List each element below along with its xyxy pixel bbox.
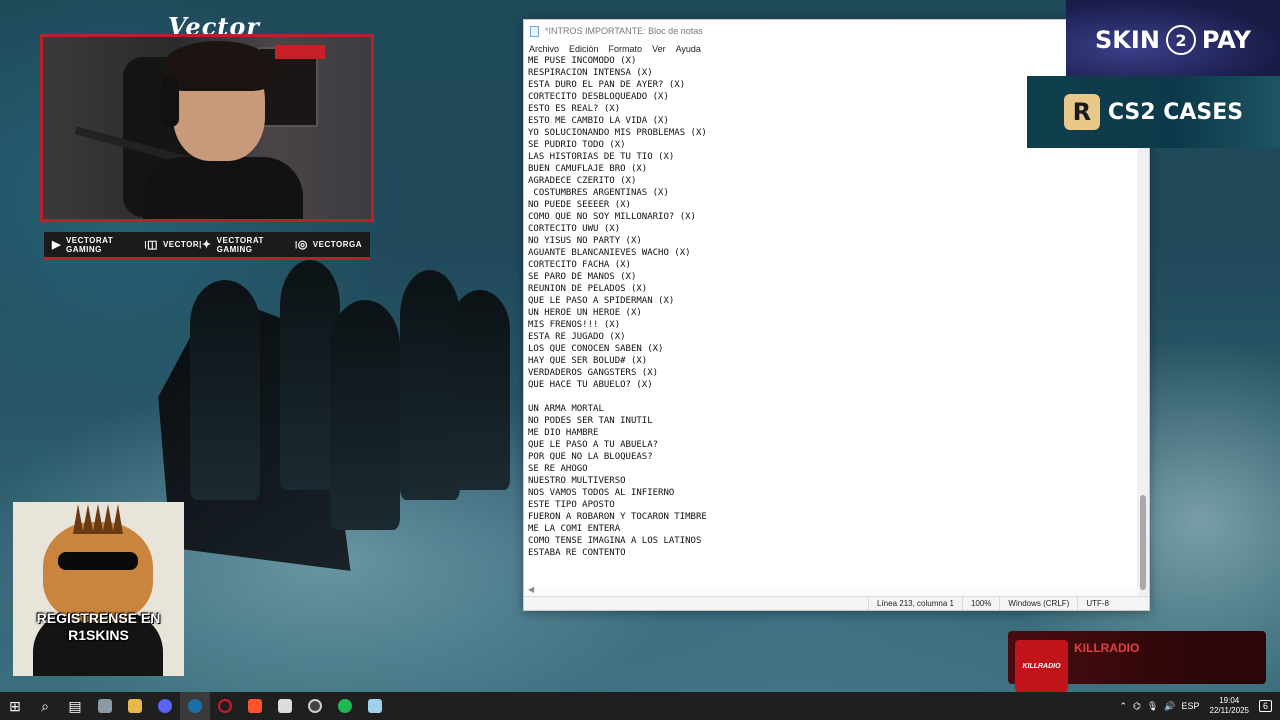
language-indicator[interactable]: ESP — [1182, 701, 1200, 711]
notifications-icon[interactable]: 6 — [1258, 700, 1272, 712]
text-line: UN ARMA MORTAL — [528, 404, 604, 414]
youtube-icon: ▶ — [52, 239, 61, 251]
text-line: QUE LE PASO A SPIDERMAN (X) — [528, 296, 675, 306]
text-line: NUESTRO MULTIVERSO — [528, 476, 626, 486]
text-line: CORTECITO FACHA (X) — [528, 260, 631, 270]
cs2-cases-ad: R CS2 CASES — [1027, 76, 1280, 148]
window-titlebar[interactable]: *INTROS IMPORTANTE: Bloc de notas — [524, 20, 1149, 42]
zoom-level: 100% — [961, 597, 999, 610]
text-line: UN HEROE UN HEROE (X) — [528, 308, 642, 318]
steam-icon[interactable] — [180, 692, 210, 720]
status-bar: Línea 213, columna 1 100% Windows (CRLF)… — [524, 596, 1149, 610]
text-line: ME DIO HAMBRE — [528, 428, 599, 438]
text-line: NO PUEDE SEEEER (X) — [528, 200, 631, 210]
text-line — [528, 391, 1138, 403]
text-line: LAS HISTORIAS DE TU TIO (X) — [528, 152, 675, 162]
menu-ayuda[interactable]: Ayuda — [676, 44, 701, 54]
obs-icon[interactable] — [300, 692, 330, 720]
social-twitter: ✦ VECTORAT GAMING — [201, 235, 264, 254]
text-line: QUE HACE TU ABUELO? (X) — [528, 380, 653, 390]
twitch-icon: ◫ — [147, 239, 158, 251]
text-line: AGRADECE CZERITO (X) — [528, 176, 637, 186]
text-line: FUERON A ROBARON Y TOCARON TIMBRE — [528, 512, 707, 522]
text-line: ME PUSE INCOMODO (X) — [528, 56, 637, 66]
menu-formato[interactable]: Formato — [609, 44, 643, 54]
killradio-logo: KILLRADIO — [1015, 640, 1068, 692]
text-line: VERDADEROS GANGSTERS (X) — [528, 368, 659, 378]
social-youtube: ▶ VECTORAT GAMING — [52, 235, 114, 254]
menu-archivo[interactable]: Archivo — [529, 44, 559, 54]
file-manager-icon[interactable] — [90, 692, 120, 720]
text-line: ESTABA RE CONTENTO — [528, 548, 626, 558]
text-line: CORTECITO UWU (X) — [528, 224, 621, 234]
start-icon[interactable]: ⊞ — [0, 692, 30, 720]
text-line: LOS QUE CONOCEN SABEN (X) — [528, 344, 664, 354]
window-title: *INTROS IMPORTANTE: Bloc de notas — [545, 26, 703, 36]
text-line: QUE LE PASO A TU ABUELA? — [528, 440, 659, 450]
text-line: ESTE TIPO APOSTO — [528, 500, 615, 510]
line-ending: Windows (CRLF) — [999, 597, 1077, 610]
webcam-feed — [40, 34, 374, 222]
opera-icon[interactable] — [210, 692, 240, 720]
scroll-left-icon[interactable]: ◀ — [528, 585, 534, 594]
text-line: ESTA RE JUGADO (X) — [528, 332, 626, 342]
discord-icon[interactable] — [150, 692, 180, 720]
clock[interactable]: 19:04 22/11/2025 — [1206, 696, 1253, 716]
menu-bar: Archivo Edición Formato Ver Ayuda — [524, 42, 1149, 56]
scrollbar-thumb[interactable] — [1140, 495, 1146, 590]
text-line: COMO QUE NO SOY MILLONARIO? (X) — [528, 212, 696, 222]
menu-edicion[interactable]: Edición — [569, 44, 599, 54]
social-instagram: ◎ VECTORGA — [297, 239, 362, 251]
chevron-up-icon[interactable]: ⌃ — [1119, 701, 1127, 712]
text-line: AGUANTE BLANCANIEVES WACHO (X) — [528, 248, 691, 258]
text-line: POR QUE NO LA BLOQUEAS? — [528, 452, 653, 462]
notepad-icon — [530, 25, 539, 37]
volume-icon[interactable]: 🔊 — [1164, 701, 1175, 712]
notepad-taskbar-icon[interactable] — [360, 692, 390, 720]
instagram-icon: ◎ — [297, 239, 308, 251]
social-links-bar: ▶ VECTORAT GAMING | ◫ VECTOR | ✦ VECTORA… — [44, 232, 370, 260]
taskbar: ⊞ ⌕ ▤ ⌃ ⌬ 🎙 🔊 ESP 19:04 22/11/2025 6 — [0, 692, 1280, 720]
epic-icon[interactable] — [270, 692, 300, 720]
social-twitch: ◫ VECTOR — [147, 239, 200, 251]
text-line: NO PODES SER TAN INUTIL — [528, 416, 653, 426]
cursor-position: Línea 213, columna 1 — [868, 597, 962, 610]
brave-icon[interactable] — [240, 692, 270, 720]
text-line: COSTUMBRES ARGENTINAS (X) — [528, 188, 669, 198]
skin2pay-ad: SKIN 2 PAY — [1066, 0, 1280, 80]
text-line: SE PARO DE MANOS (X) — [528, 272, 637, 282]
encoding: UTF-8 — [1077, 597, 1149, 610]
text-line: COMO TENSE IMAGINA A LOS LATINOS — [528, 536, 702, 546]
text-line: HAY QUE SER BOLUD# (X) — [528, 356, 648, 366]
system-tray: ⌃ ⌬ 🎙 🔊 ESP 19:04 22/11/2025 6 — [1119, 692, 1280, 720]
search-icon[interactable]: ⌕ — [30, 692, 60, 720]
cs2-cases-logo: R — [1063, 94, 1100, 130]
menu-ver[interactable]: Ver — [652, 44, 666, 54]
promo-cat-image: REGISTRENSE EN R1SKINS — [13, 502, 184, 676]
network-icon[interactable]: ⌬ — [1133, 701, 1141, 712]
text-line: BUEN CAMUFLAJE BRO (X) — [528, 164, 648, 174]
text-line: MIS FRENOS!!! (X) — [528, 320, 621, 330]
microphone-icon[interactable]: 🎙 — [1147, 701, 1158, 712]
spotify-icon[interactable] — [330, 692, 360, 720]
twitter-icon: ✦ — [201, 239, 212, 251]
text-line: ME LA COMI ENTERA — [528, 524, 621, 534]
text-line: NOS VAMOS TODOS AL INFIERNO — [528, 488, 675, 498]
text-line: SE RE AHOGO — [528, 464, 588, 474]
task-view-icon[interactable]: ▤ — [60, 692, 90, 720]
text-line: NO YISUS NO PARTY (X) — [528, 236, 642, 246]
folder-icon[interactable] — [120, 692, 150, 720]
text-line: REUNION DE PELADOS (X) — [528, 284, 648, 294]
promo-text: REGISTRENSE EN R1SKINS — [36, 610, 161, 643]
killradio-banner: KILLRADIO KILLRADIO — [1008, 631, 1266, 692]
